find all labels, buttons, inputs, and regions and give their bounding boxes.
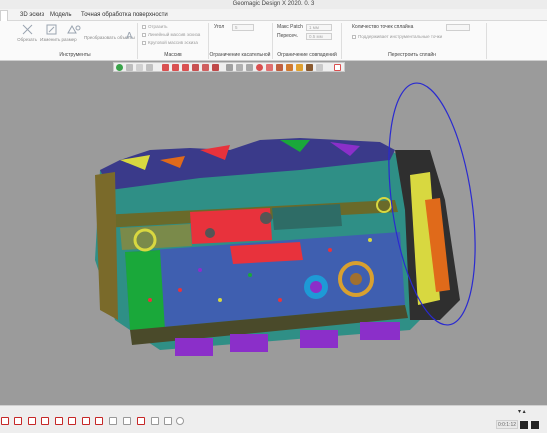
expand-arrow-icon[interactable]: ▾ ▴	[518, 408, 526, 415]
select-lasso-icon[interactable]	[192, 64, 199, 71]
max-patch-field[interactable]: 1 мм	[306, 24, 332, 31]
filter-curve-icon[interactable]	[82, 417, 90, 425]
svg-text:A: A	[126, 31, 133, 40]
select-triangle-icon[interactable]	[162, 64, 169, 71]
filter-sketch-icon[interactable]	[109, 417, 117, 425]
ribbon-separator	[272, 23, 273, 59]
status-indicator-icon	[520, 421, 528, 429]
select-fill-icon[interactable]	[266, 64, 273, 71]
select-line-icon[interactable]	[226, 64, 233, 71]
keep-curvature-checkbox[interactable]: Поддерживает инструментальные точки	[352, 34, 442, 40]
filter-coord-icon[interactable]	[164, 417, 172, 425]
filter-circle-icon[interactable]	[176, 417, 184, 425]
angle-label: Угол	[214, 24, 225, 30]
bottom-toolbar: ▾ ▴ 0:0:1:12	[0, 405, 547, 433]
select-smart-icon[interactable]	[296, 64, 303, 71]
filter-plane-icon[interactable]	[137, 417, 145, 425]
linear-pattern-label: Линейный массив эскиза	[148, 32, 201, 37]
tools-group-label: Инструменты	[59, 52, 91, 58]
tangent-group-label: Ограничение касательной	[209, 52, 271, 58]
circular-pattern-label: Круговой массив эскиза	[148, 40, 198, 45]
array-group-label: Массив	[164, 52, 182, 58]
angle-field[interactable]: 5	[232, 24, 254, 31]
trim-button[interactable]: Обрезать	[14, 37, 40, 42]
text-icon[interactable]: A	[124, 29, 135, 40]
3d-viewport[interactable]	[0, 61, 547, 405]
filter-edge-icon[interactable]	[55, 417, 63, 425]
linear-pattern-button[interactable]: Линейный массив эскиза	[142, 32, 200, 38]
filter-face-icon[interactable]	[41, 417, 49, 425]
view-mode-icon[interactable]	[126, 64, 133, 71]
select-feature-icon[interactable]	[306, 64, 313, 71]
select-connected-icon[interactable]	[276, 64, 283, 71]
select-brush-icon[interactable]	[202, 64, 209, 71]
filter-region-icon[interactable]	[28, 417, 36, 425]
ribbon-separator	[341, 23, 342, 59]
mesh-model[interactable]	[0, 61, 547, 405]
resize-icon[interactable]	[46, 24, 57, 35]
status-time: 0:0:1:12	[496, 420, 518, 429]
select-options-icon[interactable]	[334, 64, 341, 71]
filter-axis-icon[interactable]	[151, 417, 159, 425]
tab-surface-finishing[interactable]: Точная обработка поверхности	[78, 10, 171, 21]
overlap-field[interactable]: 0.5 мм	[306, 33, 332, 40]
trim-icon[interactable]	[22, 24, 33, 35]
select-paint-icon[interactable]	[212, 64, 219, 71]
select-invert-icon[interactable]	[316, 64, 323, 71]
resize-button[interactable]: Изменить размер	[40, 37, 77, 42]
tab-current-edge[interactable]	[0, 10, 8, 21]
overlap-label: Пересеч.	[277, 33, 299, 39]
select-rect-icon[interactable]	[172, 64, 179, 71]
status-indicator-icon	[531, 421, 539, 429]
control-points-label: Количество точек сплайна	[352, 24, 414, 30]
window-title: Geomagic Design X 2020. 0. 3	[232, 1, 315, 7]
ribbon-tabs: 3D эскиз Модель Точная обработка поверхн…	[0, 9, 547, 21]
max-patch-label: Макс Patch	[277, 24, 303, 30]
tab-model[interactable]: Модель	[47, 10, 75, 21]
view-sphere-icon[interactable]	[116, 64, 123, 71]
select-region-icon[interactable]	[286, 64, 293, 71]
filter-poly-icon[interactable]	[14, 417, 22, 425]
view-select-icon[interactable]	[146, 64, 153, 71]
ribbon-separator	[486, 23, 487, 59]
filter-ref-icon[interactable]	[123, 417, 131, 425]
retopo-group-label: Перестроить сплайн	[388, 52, 436, 58]
transform-button[interactable]: Преобразовать объекты	[84, 35, 135, 40]
control-points-field[interactable]	[446, 24, 470, 31]
filter-point-icon[interactable]	[1, 417, 9, 425]
select-circle-icon[interactable]	[236, 64, 243, 71]
app-window: Geomagic Design X 2020. 0. 3 3D эскиз Мо…	[0, 0, 547, 433]
viewport-toolbar	[113, 62, 345, 72]
title-bar: Geomagic Design X 2020. 0. 3	[0, 0, 547, 9]
filter-body-icon[interactable]	[95, 417, 103, 425]
select-ellipse-icon[interactable]	[256, 64, 263, 71]
filter-vertex-icon[interactable]	[68, 417, 76, 425]
ribbon: Обрезать Изменить размер Преобразовать о…	[0, 21, 547, 61]
mirror-button[interactable]: Отразить	[142, 24, 168, 30]
ribbon-separator	[137, 23, 138, 59]
view-box-icon[interactable]	[136, 64, 143, 71]
mirror-label: Отразить	[148, 24, 168, 29]
coincide-group-label: Ограничение совпадений	[277, 52, 337, 58]
keep-curvature-label: Поддерживает инструментальные точки	[358, 34, 443, 39]
select-extend-icon[interactable]	[246, 64, 253, 71]
tab-3d-sketch[interactable]: 3D эскиз	[17, 10, 47, 21]
select-polygon-icon[interactable]	[182, 64, 189, 71]
transform-icon[interactable]	[66, 24, 82, 35]
circular-pattern-button[interactable]: Круговой массив эскиза	[142, 40, 198, 46]
